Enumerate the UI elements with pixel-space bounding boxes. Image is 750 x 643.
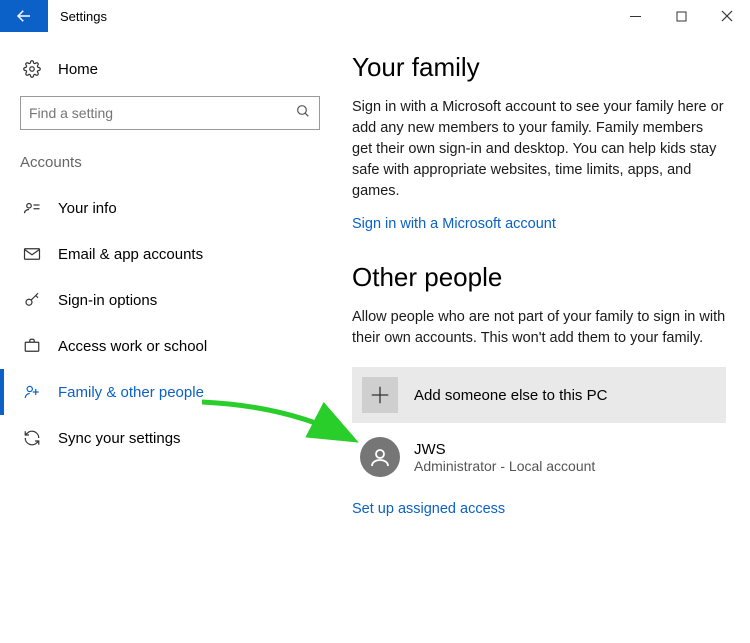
sidebar-item-family[interactable]: Family & other people [0, 369, 340, 415]
window-controls [612, 0, 750, 32]
add-someone-label: Add someone else to this PC [414, 387, 607, 404]
maximize-button[interactable] [658, 0, 704, 32]
sidebar-item-label: Your info [58, 200, 117, 217]
main-content: Your family Sign in with a Microsoft acc… [340, 32, 750, 643]
user-row[interactable]: JWS Administrator - Local account [352, 437, 726, 477]
search-input[interactable] [29, 105, 295, 121]
title-bar: Settings [0, 0, 750, 32]
briefcase-icon [20, 337, 44, 355]
home-link[interactable]: Home [0, 52, 340, 92]
sidebar-item-label: Sync your settings [58, 430, 181, 447]
sidebar-item-label: Sign-in options [58, 292, 157, 309]
sidebar-item-email[interactable]: Email & app accounts [0, 231, 340, 277]
sidebar-item-label: Email & app accounts [58, 246, 203, 263]
people-plus-icon [20, 383, 44, 401]
sidebar-item-label: Access work or school [58, 338, 207, 355]
home-label: Home [58, 61, 98, 78]
person-card-icon [20, 199, 44, 217]
nav-list: Your info Email & app accounts Sign-in o… [0, 185, 340, 461]
plus-icon [362, 377, 398, 413]
category-header: Accounts [0, 148, 340, 185]
key-icon [20, 291, 44, 309]
sidebar-item-signin-options[interactable]: Sign-in options [0, 277, 340, 323]
mail-icon [20, 245, 44, 263]
sidebar-item-label: Family & other people [58, 384, 204, 401]
search-icon [295, 103, 311, 124]
arrow-left-icon [15, 7, 33, 25]
user-text: JWS Administrator - Local account [414, 441, 595, 474]
user-name: JWS [414, 441, 595, 458]
family-description: Sign in with a Microsoft account to see … [352, 97, 726, 202]
sync-icon [20, 429, 44, 447]
person-icon [368, 445, 392, 469]
window-title: Settings [48, 0, 612, 32]
minimize-button[interactable] [612, 0, 658, 32]
avatar [360, 437, 400, 477]
close-button[interactable] [704, 0, 750, 32]
other-description: Allow people who are not part of your fa… [352, 307, 726, 349]
family-heading: Your family [352, 52, 726, 83]
user-role: Administrator - Local account [414, 458, 595, 474]
sidebar-item-work-school[interactable]: Access work or school [0, 323, 340, 369]
search-box[interactable] [20, 96, 320, 130]
back-button[interactable] [0, 0, 48, 32]
sidebar: Home Accounts Your info Email & app acco… [0, 32, 340, 643]
add-someone-button[interactable]: Add someone else to this PC [352, 367, 726, 423]
other-heading: Other people [352, 262, 726, 293]
gear-icon [20, 60, 44, 78]
signin-link[interactable]: Sign in with a Microsoft account [352, 216, 726, 232]
sidebar-item-sync[interactable]: Sync your settings [0, 415, 340, 461]
assigned-access-link[interactable]: Set up assigned access [352, 501, 726, 517]
sidebar-item-your-info[interactable]: Your info [0, 185, 340, 231]
